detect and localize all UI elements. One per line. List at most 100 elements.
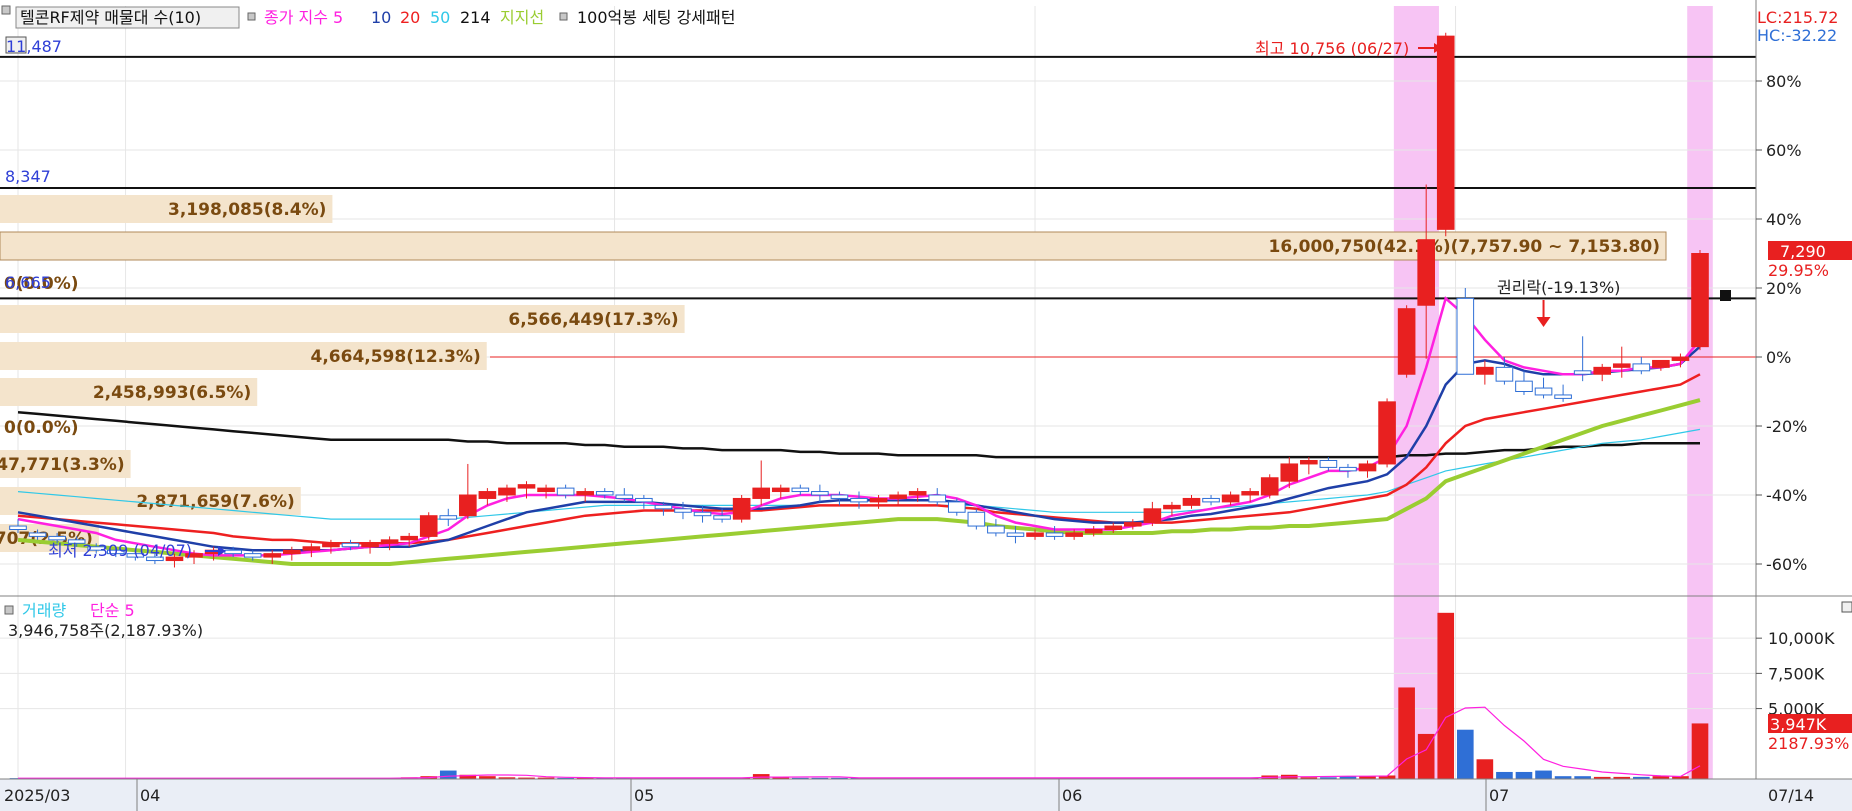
candle-body[interactable] [302, 546, 321, 551]
candle-body[interactable] [1671, 356, 1690, 361]
legend-support[interactable]: 지지선 [500, 8, 544, 27]
volume-close-icon[interactable] [1841, 601, 1852, 613]
candle-body[interactable] [1006, 532, 1025, 537]
candle-body[interactable] [1378, 401, 1396, 465]
candle-body[interactable] [1124, 522, 1142, 527]
candle-body[interactable] [1612, 363, 1631, 368]
candle-body[interactable] [459, 494, 477, 517]
candle-body[interactable] [1397, 308, 1416, 375]
volume-ma-label[interactable]: 단순 5 [90, 601, 135, 620]
candle-body[interactable] [1084, 529, 1103, 534]
candle-body[interactable] [1163, 504, 1181, 510]
candle-body[interactable] [283, 549, 301, 555]
candle-body[interactable] [1221, 494, 1240, 503]
candle-body[interactable] [791, 487, 810, 493]
candle-body[interactable] [1182, 497, 1201, 506]
candle-body[interactable] [1515, 380, 1533, 392]
candle-body[interactable] [1358, 463, 1377, 472]
candle-body[interactable] [869, 497, 888, 503]
candle-body[interactable] [1573, 370, 1592, 375]
candle-body[interactable] [322, 542, 340, 548]
candle-body[interactable] [537, 487, 555, 493]
legend-close-index[interactable]: 종가 지수 5 [264, 8, 343, 27]
candle-body[interactable] [28, 532, 47, 537]
volume-bar[interactable] [1515, 771, 1533, 779]
candle-body[interactable] [1065, 532, 1083, 537]
volume-bar[interactable] [1476, 759, 1494, 779]
candle-body[interactable] [400, 535, 418, 541]
candle-body[interactable] [889, 494, 907, 499]
candle-body[interactable] [1476, 366, 1494, 375]
candle-body[interactable] [1436, 35, 1455, 230]
candle-body[interactable] [9, 525, 27, 530]
legend-ma20[interactable]: 20 [400, 8, 420, 27]
candle-body[interactable] [1104, 525, 1123, 530]
candle-body[interactable] [478, 491, 497, 499]
candle-body[interactable] [1691, 253, 1709, 348]
legend-ma10[interactable]: 10 [371, 8, 391, 27]
volume-bar[interactable] [1456, 729, 1474, 779]
candle-body[interactable] [713, 515, 731, 520]
volume-bar[interactable] [439, 770, 457, 779]
volume-bar[interactable] [1437, 612, 1455, 779]
candle-body[interactable] [498, 487, 516, 496]
candle-body[interactable] [361, 542, 379, 548]
candle-body[interactable] [1534, 387, 1553, 396]
candle-body[interactable] [1456, 297, 1475, 375]
candle-body[interactable] [1495, 366, 1514, 382]
candle-body[interactable] [635, 497, 653, 503]
candle-body[interactable] [341, 542, 360, 548]
candle-body[interactable] [908, 491, 927, 496]
legend-ma214[interactable]: 214 [460, 8, 491, 27]
candle-body[interactable] [1554, 394, 1572, 399]
candle-body[interactable] [595, 491, 614, 496]
candle-body[interactable] [967, 511, 986, 527]
candle-body[interactable] [947, 501, 966, 513]
candle-body[interactable] [243, 553, 262, 558]
candle-body[interactable] [1260, 477, 1279, 496]
candle-body[interactable] [1339, 466, 1357, 472]
volume-bar[interactable] [1691, 723, 1709, 779]
candle-body[interactable] [1300, 460, 1318, 465]
candle-body[interactable] [674, 508, 692, 513]
candle-body[interactable] [419, 515, 438, 537]
candle-body[interactable] [224, 549, 242, 555]
candle-body[interactable] [752, 487, 771, 499]
candle-body[interactable] [517, 484, 536, 489]
candle-body[interactable] [576, 491, 594, 496]
candle-body[interactable] [556, 487, 575, 496]
candle-body[interactable] [380, 539, 399, 544]
candle-body[interactable] [987, 525, 1005, 534]
candle-body[interactable] [48, 535, 66, 541]
legend-pattern[interactable]: 100억봉 세팅 강세패턴 [577, 8, 735, 27]
stock-chart[interactable]: 16,000,750(42.1%)(7,757.90 ~ 7,153.80) 3,… [0, 0, 1852, 811]
candle-body[interactable] [830, 494, 849, 499]
candle-body[interactable] [654, 504, 673, 510]
candle-body[interactable] [693, 511, 712, 517]
candle-body[interactable] [439, 515, 458, 520]
legend-title[interactable]: 텔콘RF제약 매물대 수(10) [20, 8, 201, 27]
candle-body[interactable] [1417, 239, 1435, 306]
candle-body[interactable] [1593, 366, 1612, 375]
candle-body[interactable] [1202, 497, 1220, 503]
candle-body[interactable] [1241, 491, 1259, 496]
candle-body[interactable] [1026, 532, 1044, 537]
volume-bar[interactable] [1535, 770, 1552, 779]
candle-body[interactable] [928, 494, 947, 503]
candle-body[interactable] [771, 487, 790, 493]
candle-body[interactable] [1143, 508, 1162, 524]
candle-body[interactable] [1632, 363, 1651, 372]
candle-body[interactable] [1652, 359, 1670, 368]
candle-body[interactable] [1319, 460, 1338, 468]
volume-title[interactable]: 거래량 [22, 601, 66, 620]
candle-body[interactable] [1280, 463, 1299, 482]
candle-body[interactable] [263, 553, 282, 558]
volume-bar[interactable] [1496, 771, 1513, 779]
volume-bar[interactable] [1398, 687, 1415, 779]
candle-body[interactable] [615, 494, 634, 499]
candle-body[interactable] [732, 497, 751, 520]
candle-body[interactable] [811, 491, 829, 496]
legend-ma50[interactable]: 50 [430, 8, 450, 27]
candle-body[interactable] [850, 497, 868, 503]
candle-body[interactable] [1045, 532, 1064, 537]
